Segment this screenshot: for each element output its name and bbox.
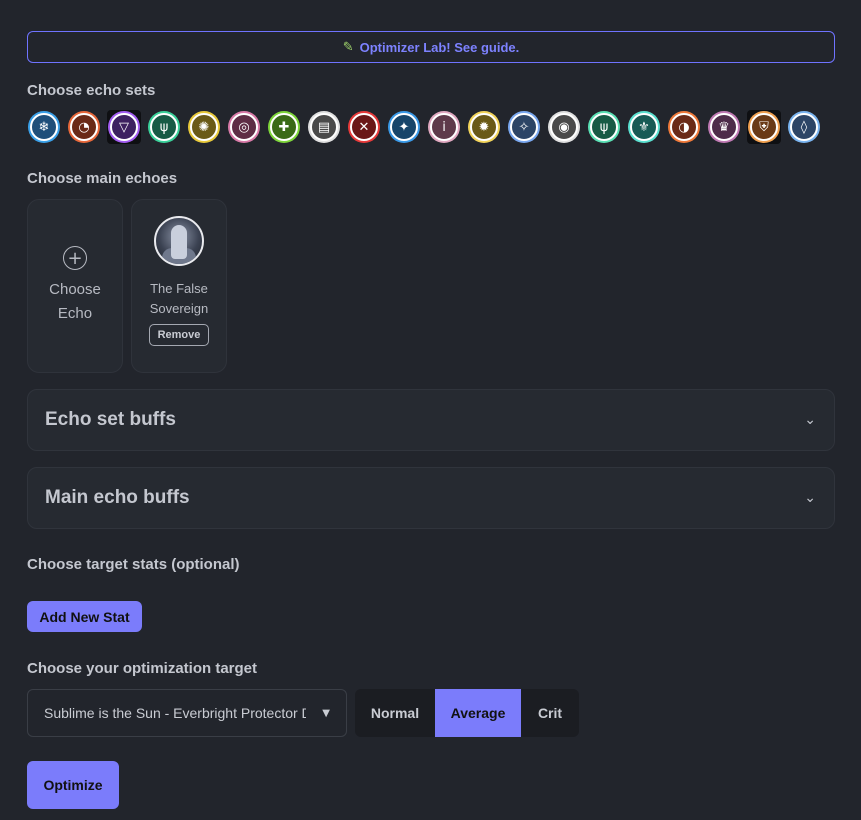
main-echo-buffs-title: Main echo buffs (45, 487, 190, 508)
star-compass-set-icon: ✦ (390, 113, 418, 141)
optimization-target-heading: Choose your optimization target (27, 660, 258, 677)
echo-set-option[interactable]: ▤ (307, 110, 341, 144)
mode-toggle-crit[interactable]: Crit (521, 689, 579, 737)
echo-set-option[interactable]: ◔ (67, 110, 101, 144)
damage-mode-toggle-group: Normal Average Crit (355, 689, 579, 737)
choose-echo-label: Choose Echo (49, 281, 101, 322)
echo-set-option[interactable]: ◊ (787, 110, 821, 144)
echo-sets-row: ❄ ◔ ▽ ψ ✺ ◎ ✚ ▤ ✕ ✦ i ✹ ✧ ◉ ψ ⚜ ◑ ♛ ⛨ ◊ (27, 110, 827, 144)
echo-set-option[interactable]: ✕ (347, 110, 381, 144)
shield-crest-set-icon: ⛨ (750, 113, 778, 141)
pencil-icon: ✎ (342, 39, 354, 54)
target-set-icon: ◉ (550, 113, 578, 141)
drop-set-icon: ◊ (790, 113, 818, 141)
mode-toggle-normal[interactable]: Normal (355, 689, 435, 737)
echo-set-option[interactable]: ψ (587, 110, 621, 144)
banner-text: Optimizer Lab! See guide. (359, 39, 520, 55)
optimization-target-select[interactable]: Sublime is the Sun - Everbright Protecto… (27, 689, 347, 737)
triangle-void-set-icon: ▽ (110, 113, 138, 141)
plus-set-icon: ✚ (270, 113, 298, 141)
echo-set-buffs-accordion[interactable]: Echo set buffs ⌄ (27, 389, 835, 451)
spiral-set-icon: ◎ (230, 113, 258, 141)
radiant-sun-set-icon: ✹ (470, 113, 498, 141)
caret-down-icon: ▼ (322, 707, 330, 719)
mode-toggle-average[interactable]: Average (435, 689, 521, 737)
main-echo-card[interactable]: The False Sovereign Remove (131, 199, 227, 373)
wings-set-icon: ψ (150, 113, 178, 141)
echo-avatar (154, 216, 204, 266)
echo-set-option[interactable]: ⛨ (747, 110, 781, 144)
echo-set-option[interactable]: ♛ (707, 110, 741, 144)
winged-crest-set-icon: ψ (590, 113, 618, 141)
ember-swirl-set-icon: ◑ (670, 113, 698, 141)
echo-set-option[interactable]: ◑ (667, 110, 701, 144)
echo-set-buffs-title: Echo set buffs (45, 409, 176, 430)
echo-set-option[interactable]: ▽ (107, 110, 141, 144)
echo-set-option[interactable]: i (427, 110, 461, 144)
echo-name: The False Sovereign (149, 281, 209, 316)
add-circle-icon: + (63, 246, 87, 270)
echo-set-option[interactable]: ✚ (267, 110, 301, 144)
echo-set-option[interactable]: ✺ (187, 110, 221, 144)
sparkle-set-icon: ✧ (510, 113, 538, 141)
echo-set-option[interactable]: ψ (147, 110, 181, 144)
echo-sets-heading: Choose echo sets (27, 82, 156, 99)
chevron-down-icon: ⌄ (804, 412, 816, 428)
echo-set-option[interactable]: ✹ (467, 110, 501, 144)
crown-set-icon: ♛ (710, 113, 738, 141)
choose-echo-button[interactable]: + Choose Echo (27, 199, 123, 373)
snowflake-set-icon: ❄ (30, 113, 58, 141)
flame-swirl-set-icon: ◔ (70, 113, 98, 141)
shield-list-set-icon: ▤ (310, 113, 338, 141)
echo-set-option[interactable]: ✧ (507, 110, 541, 144)
optimize-button[interactable]: Optimize (27, 761, 119, 809)
fleur-set-icon: ⚜ (630, 113, 658, 141)
sun-set-icon: ✺ (190, 113, 218, 141)
echo-set-option[interactable]: ◎ (227, 110, 261, 144)
echo-set-option[interactable]: ◉ (547, 110, 581, 144)
crossed-blades-set-icon: ✕ (350, 113, 378, 141)
echo-set-option[interactable]: ⚜ (627, 110, 661, 144)
remove-echo-button[interactable]: Remove (148, 324, 210, 346)
optimization-target-value: Sublime is the Sun - Everbright Protecto… (44, 705, 306, 721)
main-echoes-heading: Choose main echoes (27, 170, 178, 187)
figure-set-icon: i (430, 113, 458, 141)
main-echo-buffs-accordion[interactable]: Main echo buffs ⌄ (27, 467, 835, 529)
echo-set-option[interactable]: ❄ (27, 110, 61, 144)
optimizer-lab-guide-banner[interactable]: ✎ Optimizer Lab! See guide. (27, 31, 835, 63)
echo-set-option[interactable]: ✦ (387, 110, 421, 144)
add-new-stat-button[interactable]: Add New Stat (27, 601, 142, 632)
chevron-down-icon: ⌄ (804, 490, 816, 506)
target-stats-heading: Choose target stats (optional) (27, 556, 240, 573)
